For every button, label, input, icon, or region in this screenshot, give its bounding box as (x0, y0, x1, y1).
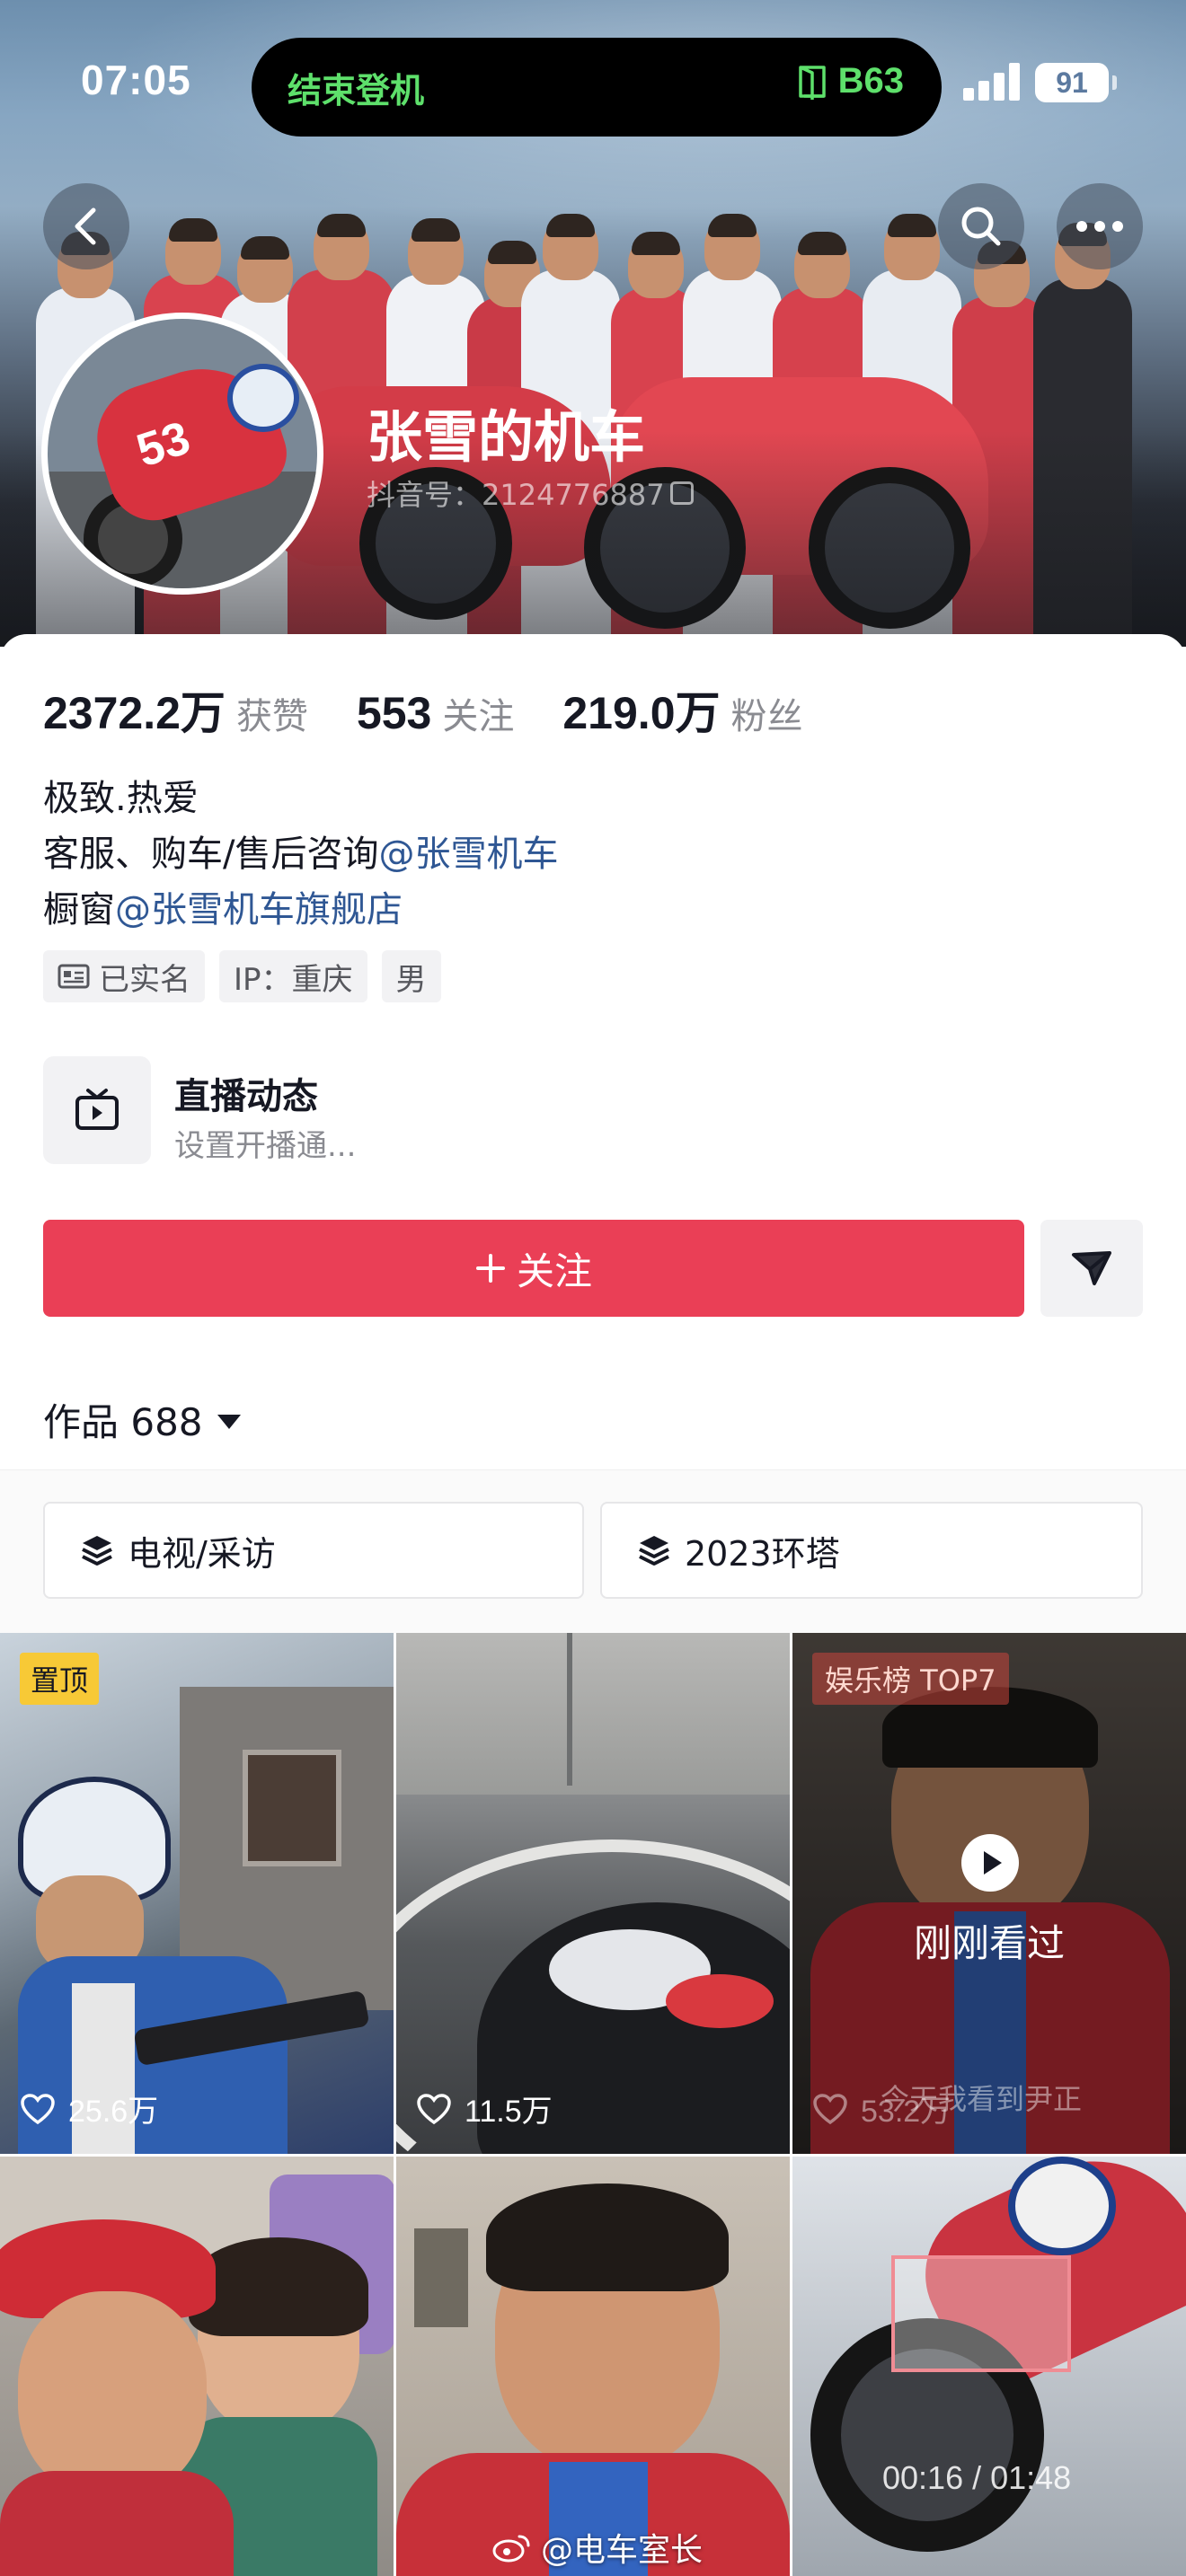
followers-count[interactable]: 219.0万 (562, 677, 720, 742)
collection-tv-interview[interactable]: 电视/采访 (43, 1502, 584, 1599)
search-button[interactable] (938, 183, 1024, 269)
like-count-value: 11.5万 (465, 2095, 553, 2129)
following-label[interactable]: 关注 (442, 687, 514, 739)
back-button[interactable] (43, 183, 129, 269)
like-count: 11.5万 (416, 2086, 553, 2130)
live-subtitle: 设置开播通... (174, 1128, 357, 1164)
profile-stats: 2372.2万 获赞 553 关注 219.0万 粉丝 (43, 677, 852, 742)
collection-2023-race[interactable]: 2023环塔 (600, 1502, 1143, 1599)
tv-icon (43, 1056, 151, 1164)
bio-line-3: 橱窗@张雪机车旗舰店 (43, 880, 403, 932)
plus-icon (475, 1254, 505, 1283)
gender-tag: 男 (381, 950, 441, 1002)
heart-icon (21, 2093, 55, 2124)
gate-icon (798, 65, 826, 100)
follow-button[interactable]: 关注 (43, 1220, 1024, 1317)
caret-down-icon (217, 1414, 241, 1429)
douyin-id-text: 抖音号：2124776887 (367, 478, 665, 512)
pinned-badge: 置顶 (20, 1653, 100, 1705)
watched-overlay (792, 1633, 1186, 2154)
followers-label[interactable]: 粉丝 (731, 687, 803, 739)
video-duration: 00:16 / 01:48 (882, 2459, 1072, 2496)
rank-badge[interactable]: 娱乐榜 TOP7 (812, 1653, 1009, 1705)
profile-tags: 已实名 IP：重庆 男 (43, 950, 441, 1002)
video-tile[interactable]: 11.5万 (396, 1633, 790, 2154)
battery-indicator: 91 (1035, 63, 1117, 102)
collection-label: 2023环塔 (685, 1533, 840, 1574)
gate-number: B63 (837, 61, 904, 101)
video-tile[interactable]: 娱乐榜 TOP7 刚刚看过 今天我看到尹正 53.2万 (792, 1633, 1186, 2154)
weibo-icon (492, 2535, 530, 2563)
chevron-left-icon (75, 207, 96, 245)
layers-icon (82, 1536, 112, 1566)
douyin-id[interactable]: 抖音号：2124776887 (367, 472, 694, 514)
mention-link[interactable]: @张雪机车 (378, 834, 558, 875)
heart-icon (813, 2093, 847, 2124)
like-count-value: 53.2万 (861, 2095, 951, 2129)
play-icon (961, 1834, 1019, 1892)
video-tile[interactable] (0, 2157, 394, 2576)
watermark: @电车室长 (492, 2524, 703, 2571)
bio-line-2-text: 客服、购车/售后咨询 (43, 834, 379, 875)
send-icon (1072, 1251, 1111, 1285)
likes-count: 2372.2万 (43, 688, 226, 738)
gender-label: 男 (395, 961, 427, 998)
collection-label: 电视/采访 (128, 1533, 276, 1574)
avatar[interactable]: 53 (41, 313, 323, 595)
copy-icon[interactable] (669, 481, 694, 505)
status-time: 07:05 (81, 57, 191, 103)
dynamic-island[interactable]: 结束登机 B63 (252, 38, 942, 137)
ip-location-tag: IP：重庆 (219, 950, 367, 1002)
video-tile[interactable] (396, 2157, 790, 2576)
gate-info: B63 (797, 61, 904, 101)
works-tab[interactable]: 作品 688 (43, 1392, 241, 1447)
following-count[interactable]: 553 (357, 687, 431, 739)
video-tile[interactable]: 置顶 25.6万 (0, 1633, 394, 2154)
search-icon (961, 207, 1001, 246)
verified-tag-label: 已实名 (99, 961, 190, 998)
more-button[interactable] (1057, 183, 1143, 269)
message-button[interactable] (1040, 1220, 1143, 1317)
id-card-icon (58, 964, 90, 989)
bio-line-3-text: 橱窗 (43, 889, 115, 931)
works-label: 作品 688 (43, 1400, 203, 1444)
like-count: 25.6万 (20, 2086, 158, 2130)
live-title: 直播动态 (174, 1076, 318, 1117)
signal-icon (963, 63, 1021, 101)
bio-line-2: 客服、购车/售后咨询@张雪机车 (43, 825, 558, 877)
live-updates-entry[interactable]: 直播动态 设置开播通... (43, 1056, 582, 1168)
verified-tag: 已实名 (43, 950, 205, 1002)
boarding-status: 结束登机 (288, 71, 425, 110)
bio-line-1: 极致.热爱 (43, 778, 199, 819)
video-tile[interactable] (792, 2157, 1186, 2576)
ip-location-label: IP：重庆 (234, 961, 353, 998)
shop-mention-link[interactable]: @张雪机车旗舰店 (115, 889, 403, 931)
follow-label: 关注 (516, 1248, 592, 1293)
like-count-value: 25.6万 (68, 2095, 159, 2129)
heart-icon (417, 2093, 451, 2124)
like-count: 53.2万 (812, 2086, 951, 2130)
profile-name: 张雪的机车 (367, 404, 646, 470)
more-dots-icon (1076, 221, 1123, 232)
watched-label: 刚刚看过 (913, 1921, 1065, 1965)
likes-label: 获赞 (235, 696, 308, 737)
layers-icon (639, 1536, 669, 1566)
watermark-text: @电车室长 (541, 2532, 704, 2569)
